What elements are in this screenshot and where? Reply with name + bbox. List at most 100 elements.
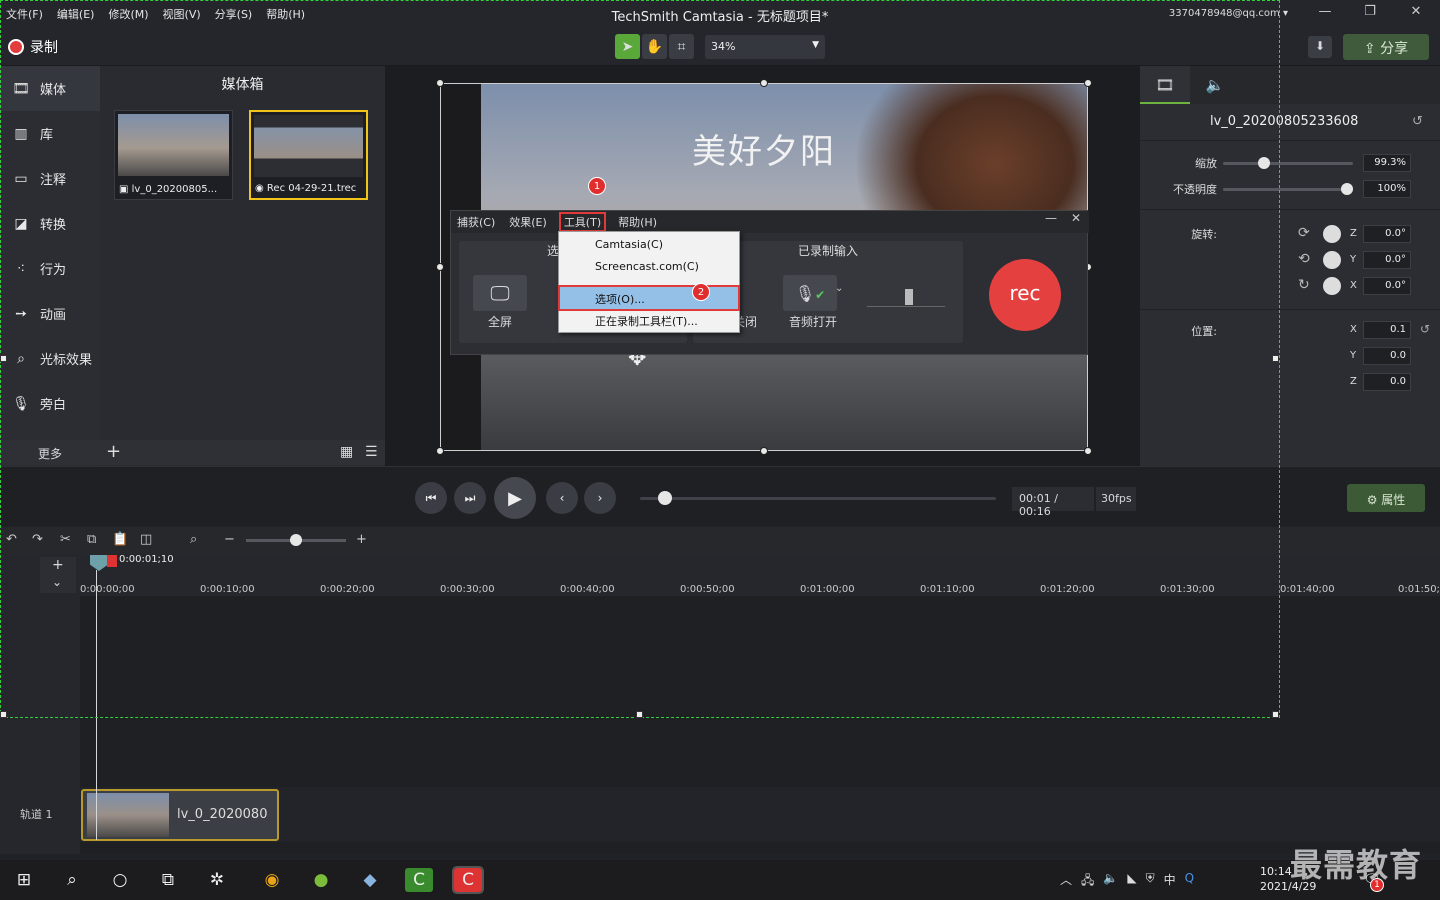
record-button[interactable]: 录制 [8, 37, 58, 57]
scale-knob[interactable] [1258, 157, 1271, 169]
app-pinwheel-icon[interactable]: ✲ [203, 868, 231, 892]
zoom-select[interactable]: 34% ▼ [705, 35, 825, 59]
menu-item-recording-toolbar[interactable]: 正在录制工具栏(T)... [560, 309, 738, 331]
nav-item-library[interactable]: ▥ 库 [0, 111, 100, 156]
rotate-z-dial[interactable] [1323, 225, 1341, 243]
volume-slider[interactable] [867, 283, 945, 307]
nav-item-media[interactable]: 🎞 媒体 [0, 66, 100, 111]
opacity-knob[interactable] [1341, 183, 1353, 195]
timeline-clip[interactable]: lv_0_2020080 [81, 789, 279, 841]
resize-handle[interactable] [760, 447, 768, 455]
app-notes-icon[interactable]: ◆ [356, 868, 384, 892]
chrome-icon[interactable]: ◉ [258, 868, 286, 892]
close-button[interactable]: ✕ [1396, 4, 1436, 24]
scale-slider[interactable] [1223, 157, 1353, 169]
download-icon[interactable]: ⬇ [1308, 36, 1332, 58]
list-view-icon[interactable]: ☰ [365, 444, 378, 460]
step-back-icon[interactable]: ⏮ [415, 482, 447, 514]
media-item[interactable]: ▣ lv_0_20200805... [114, 110, 233, 200]
tab-visual-icon[interactable]: 🎞 [1140, 66, 1190, 104]
select-tool-icon[interactable]: ➤ [615, 34, 640, 59]
playback-progress[interactable] [640, 497, 996, 500]
undo-icon[interactable]: ↶ [6, 532, 17, 547]
minimize-button[interactable]: — [1305, 4, 1345, 24]
media-item-selected[interactable]: ◉ Rec 04-29-21.trec [249, 110, 368, 200]
step-forward-icon[interactable]: ⏭ [454, 482, 486, 514]
camtasia-green-icon[interactable]: C [405, 868, 433, 892]
track-1-row[interactable] [80, 787, 1440, 842]
account-menu[interactable]: 3370478948@qq.com ▾ [1169, 8, 1288, 19]
volume-icon[interactable]: 🔈 [1103, 871, 1118, 892]
rotation-x-value[interactable]: 0.0° [1363, 277, 1411, 295]
ime-indicator[interactable]: 中 [1164, 871, 1176, 892]
more-button[interactable]: 更多 [0, 440, 100, 465]
chevron-down-icon[interactable]: ⌄ [835, 283, 843, 294]
reset-icon[interactable]: ↺ [1412, 114, 1423, 129]
next-icon[interactable]: › [584, 482, 616, 514]
nav-item-cursor[interactable]: ⌕ 光标效果 [0, 336, 100, 381]
position-y-value[interactable]: 0.0 [1363, 347, 1411, 365]
camtasia-recorder-icon[interactable]: C [452, 866, 484, 894]
shield-icon[interactable]: ⛨ [1146, 871, 1155, 892]
recorder-close-button[interactable]: ✕ [1071, 211, 1081, 225]
guide-handle[interactable] [0, 711, 7, 718]
opacity-value[interactable]: 100% [1363, 180, 1411, 198]
windows-start-icon[interactable]: ⊞ [10, 868, 38, 892]
nav-item-voice[interactable]: 🎙 旁白 [0, 381, 100, 426]
tab-audio-icon[interactable]: 🔈 [1190, 66, 1240, 104]
start-recording-button[interactable]: rec [989, 259, 1061, 331]
crop-tool-icon[interactable]: ⌗ [669, 34, 694, 59]
resize-handle[interactable] [1084, 79, 1092, 87]
search-icon[interactable]: ⌕ [190, 532, 197, 547]
chevron-up-icon[interactable]: ︿ [1060, 871, 1072, 892]
guide-handle[interactable] [636, 711, 643, 718]
resize-handle[interactable] [1084, 447, 1092, 455]
add-icon[interactable]: + [106, 441, 121, 462]
fullscreen-button[interactable]: 🖵 [473, 275, 527, 311]
recorder-menu-capture[interactable]: 捕获(C) [457, 214, 495, 230]
resize-handle[interactable] [436, 79, 444, 87]
opacity-slider[interactable] [1223, 183, 1353, 195]
playhead-out-marker[interactable] [107, 555, 117, 567]
menu-item-screencast[interactable]: Screencast.com(C) [560, 256, 738, 278]
guide-handle[interactable] [1272, 355, 1279, 362]
play-icon[interactable]: ▶ [494, 477, 536, 519]
rotation-y-value[interactable]: 0.0° [1363, 251, 1411, 269]
recorder-menu-effects[interactable]: 效果(E) [509, 214, 547, 230]
cut-icon[interactable]: ✂ [60, 532, 71, 547]
copy-icon[interactable]: ⧉ [87, 532, 96, 547]
recorder-minimize-button[interactable]: — [1045, 211, 1057, 225]
guide-handle[interactable] [1272, 711, 1279, 718]
recorder-menu-help[interactable]: 帮助(H) [618, 214, 657, 230]
guide-handle[interactable] [0, 355, 7, 362]
reset-icon[interactable]: ↺ [1420, 322, 1430, 336]
previous-icon[interactable]: ‹ [546, 482, 578, 514]
grid-view-icon[interactable]: ▦ [340, 444, 353, 460]
network-icon[interactable]: 🖧 [1081, 871, 1094, 892]
rotate-x-dial[interactable] [1323, 277, 1341, 295]
restore-button[interactable]: ❐ [1350, 4, 1390, 24]
pan-tool-icon[interactable]: ✋ [642, 34, 667, 59]
scale-value[interactable]: 99.3% [1363, 154, 1411, 172]
resize-handle[interactable] [760, 79, 768, 87]
volume-knob[interactable] [905, 289, 913, 305]
share-button[interactable]: ⇪ 分享 [1343, 34, 1429, 60]
resize-handle[interactable] [436, 263, 444, 271]
menu-item-options[interactable]: 选项(O)... [558, 285, 740, 311]
properties-button[interactable]: ⚙ 属性 [1347, 484, 1425, 512]
recorder-menu-tools[interactable]: 工具(T) [558, 212, 607, 232]
app-melon-icon[interactable]: ● [307, 868, 335, 892]
nav-item-annotation[interactable]: ▭ 注释 [0, 156, 100, 201]
menu-item-camtasia[interactable]: Camtasia(C) [560, 234, 738, 256]
timeline-zoom-knob[interactable] [290, 534, 302, 546]
nav-item-behavior[interactable]: ⁖ 行为 [0, 246, 100, 291]
rotation-z-value[interactable]: 0.0° [1363, 225, 1411, 243]
position-x-value[interactable]: 0.1 [1363, 321, 1411, 339]
zoom-in-icon[interactable]: + [356, 532, 367, 547]
nav-item-transition[interactable]: ◪ 转换 [0, 201, 100, 246]
playback-scrubber[interactable] [657, 491, 672, 505]
nvidia-icon[interactable]: ◣ [1127, 871, 1136, 892]
qq-icon[interactable]: Q [1185, 871, 1194, 892]
redo-icon[interactable]: ↷ [32, 532, 43, 547]
task-view-icon[interactable]: ⧉ [154, 868, 182, 892]
